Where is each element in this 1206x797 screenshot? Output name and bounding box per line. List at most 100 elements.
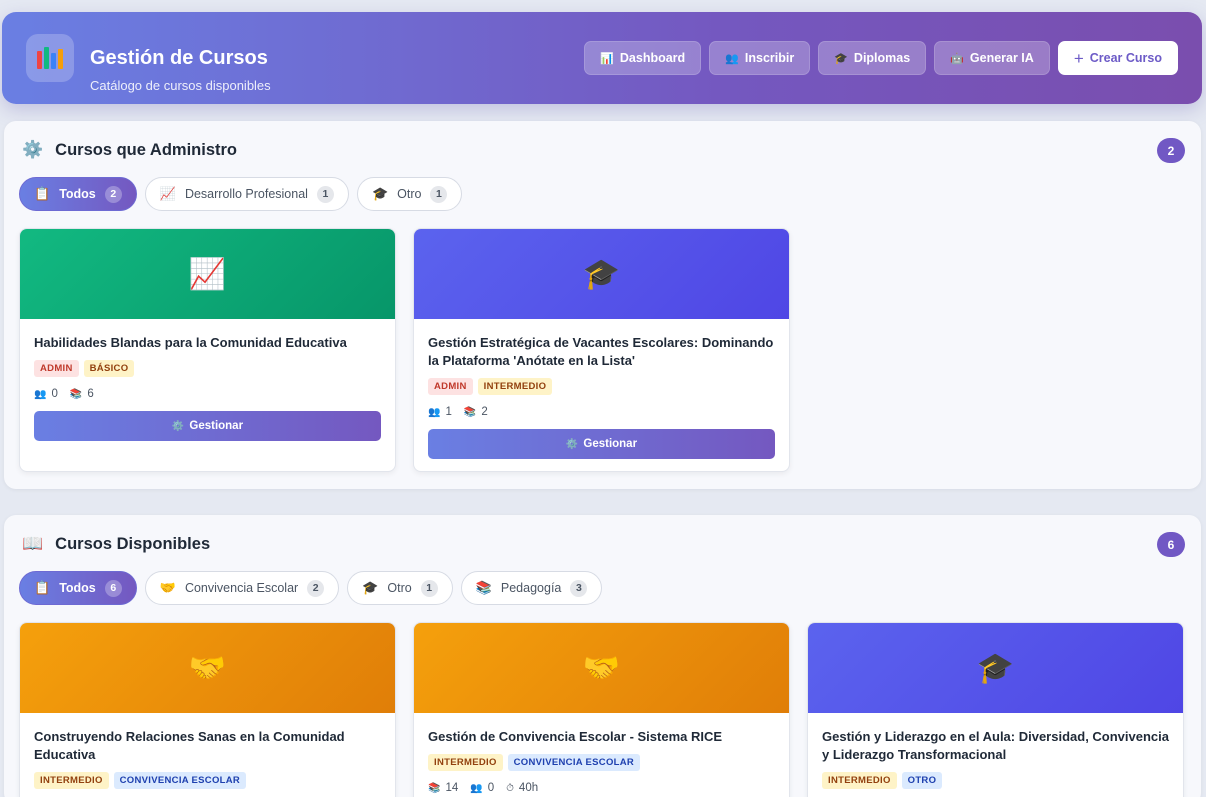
- plus-icon: +: [1073, 48, 1084, 68]
- gear-icon: ⚙️: [22, 140, 44, 159]
- course-banner: 🤝: [414, 623, 789, 713]
- filter-count: 1: [420, 579, 438, 597]
- chart-icon: 📊: [600, 52, 614, 65]
- generate-ai-button-label: Generar IA: [969, 51, 1034, 65]
- filter-label: Convivencia Escolar: [184, 581, 299, 595]
- gear-icon: ⚙️: [565, 438, 579, 450]
- handshake-icon: 🤝: [159, 580, 176, 595]
- level-badge: INTERMEDIO: [34, 772, 109, 789]
- available-courses-section: 📖 Cursos Disponibles 6 📋 Todos 6 🤝 Convi…: [4, 515, 1201, 797]
- manage-course-button[interactable]: ⚙️ Gestionar: [34, 411, 381, 441]
- manage-button-label: Gestionar: [189, 420, 244, 432]
- graduation-cap-icon: 🎓: [834, 52, 848, 65]
- generate-ai-button[interactable]: 🤖 Generar IA: [934, 41, 1050, 75]
- modules-stat: 📚 6: [69, 388, 94, 400]
- admin-courses-section: ⚙️ Cursos que Administro 2 📋 Todos 2 📈 D…: [4, 121, 1201, 489]
- role-badge: ADMIN: [34, 360, 79, 377]
- filter-chip-pedagogia[interactable]: 📚 Pedagogía 3: [460, 571, 603, 605]
- filter-chip-todos[interactable]: 📋 Todos 2: [19, 177, 137, 211]
- dashboard-button[interactable]: 📊 Dashboard: [584, 41, 702, 75]
- clipboard-icon: 📋: [34, 580, 51, 595]
- open-book-icon: 📖: [22, 534, 44, 553]
- course-title: Habilidades Blandas para la Comunidad Ed…: [34, 335, 347, 350]
- books-icon: 📚: [69, 388, 83, 400]
- filter-chip-otro[interactable]: 🎓 Otro 1: [356, 177, 463, 211]
- gear-icon: ⚙️: [171, 420, 185, 432]
- course-title: Construyendo Relaciones Sanas en la Comu…: [34, 729, 345, 762]
- manage-button-label: Gestionar: [583, 438, 638, 450]
- filter-chip-desarrollo-profesional[interactable]: 📈 Desarrollo Profesional 1: [144, 177, 349, 211]
- course-card[interactable]: 🤝 Construyendo Relaciones Sanas en la Co…: [19, 622, 396, 797]
- filter-label: Desarrollo Profesional: [184, 187, 308, 201]
- course-card[interactable]: 🤝 Gestión de Convivencia Escolar - Siste…: [413, 622, 790, 797]
- level-badge: INTERMEDIO: [822, 772, 897, 789]
- page-subtitle: Catálogo de cursos disponibles: [90, 78, 271, 93]
- create-course-button[interactable]: + Crear Curso: [1057, 41, 1178, 75]
- course-card[interactable]: 🎓 Gestión Estratégica de Vacantes Escola…: [413, 228, 790, 472]
- section-title: Cursos Disponibles: [55, 534, 211, 553]
- section-count-badge: 6: [1157, 532, 1185, 557]
- course-banner: 🎓: [808, 623, 1183, 713]
- filter-chip-convivencia-escolar[interactable]: 🤝 Convivencia Escolar 2: [144, 571, 340, 605]
- course-banner: 🎓: [414, 229, 789, 319]
- header-actions: 📊 Dashboard 👥 Inscribir 🎓 Diplomas 🤖 Gen…: [584, 41, 1178, 75]
- diplomas-button[interactable]: 🎓 Diplomas: [818, 41, 927, 75]
- diplomas-button-label: Diplomas: [853, 51, 911, 65]
- section-header: ⚙️ Cursos que Administro: [22, 140, 237, 160]
- level-badge: INTERMEDIO: [477, 378, 553, 395]
- modules-stat: 📚 14: [428, 782, 459, 794]
- books-icon: 📚: [428, 782, 441, 794]
- books-icon: 📚: [475, 580, 492, 595]
- category-badge: OTRO: [901, 772, 943, 789]
- books-icon: [37, 47, 63, 69]
- course-banner: 📈: [20, 229, 395, 319]
- filter-count: 2: [307, 579, 325, 597]
- trend-chart-icon: 📈: [159, 186, 176, 201]
- graduation-cap-icon: 🎓: [362, 580, 379, 595]
- graduation-cap-icon: 🎓: [371, 186, 389, 201]
- create-course-button-label: Crear Curso: [1089, 51, 1162, 65]
- filter-label: Pedagogía: [500, 581, 562, 595]
- course-card[interactable]: 📈 Habilidades Blandas para la Comunidad …: [19, 228, 396, 472]
- students-stat: 👥 0: [34, 388, 58, 400]
- filter-chip-otro[interactable]: 🎓 Otro 1: [347, 571, 453, 605]
- users-icon: 👥: [725, 52, 739, 65]
- section-count-badge: 2: [1157, 138, 1185, 163]
- students-stat: 👥 0: [470, 782, 495, 794]
- robot-icon: 🤖: [950, 52, 964, 65]
- page-header: Gestión de Cursos Catálogo de cursos dis…: [2, 12, 1202, 104]
- course-title: Gestión de Convivencia Escolar - Sistema…: [428, 729, 723, 744]
- filter-count: 2: [104, 185, 122, 203]
- category-badge: CONVIVENCIA ESCOLAR: [113, 772, 247, 789]
- section-header: 📖 Cursos Disponibles: [22, 534, 210, 554]
- dashboard-button-label: Dashboard: [619, 51, 686, 65]
- available-filter-bar: 📋 Todos 6 🤝 Convivencia Escolar 2 🎓 Otro…: [19, 571, 603, 605]
- app-logo: [26, 34, 74, 82]
- clipboard-icon: 📋: [34, 186, 51, 201]
- course-banner: 🤝: [20, 623, 395, 713]
- filter-label: Otro: [387, 581, 412, 595]
- enroll-button-label: Inscribir: [744, 51, 795, 65]
- role-badge: ADMIN: [428, 378, 473, 395]
- modules-stat: 📚 2: [463, 406, 488, 418]
- section-title: Cursos que Administro: [55, 140, 237, 159]
- filter-count: 6: [104, 579, 122, 597]
- students-stat: 👥 1: [428, 406, 452, 418]
- handshake-icon: 🤝: [188, 651, 227, 685]
- enroll-button[interactable]: 👥 Inscribir: [709, 41, 811, 75]
- users-icon: 👥: [428, 406, 441, 418]
- handshake-icon: 🤝: [582, 651, 621, 685]
- filter-chip-todos[interactable]: 📋 Todos 6: [19, 571, 137, 605]
- filter-count: 1: [430, 185, 448, 203]
- manage-course-button[interactable]: ⚙️ Gestionar: [428, 429, 775, 459]
- filter-label: Otro: [397, 187, 422, 201]
- admin-filter-bar: 📋 Todos 2 📈 Desarrollo Profesional 1 🎓 O…: [19, 177, 463, 211]
- level-badge: INTERMEDIO: [428, 754, 503, 771]
- filter-label: Todos: [59, 581, 96, 595]
- page-title: Gestión de Cursos: [90, 47, 268, 69]
- course-card[interactable]: 🎓 Gestión y Liderazgo en el Aula: Divers…: [807, 622, 1184, 797]
- graduation-cap-icon: 🎓: [582, 257, 621, 291]
- level-badge: BÁSICO: [83, 360, 135, 377]
- users-icon: 👥: [34, 388, 47, 400]
- filter-count: 3: [570, 579, 588, 597]
